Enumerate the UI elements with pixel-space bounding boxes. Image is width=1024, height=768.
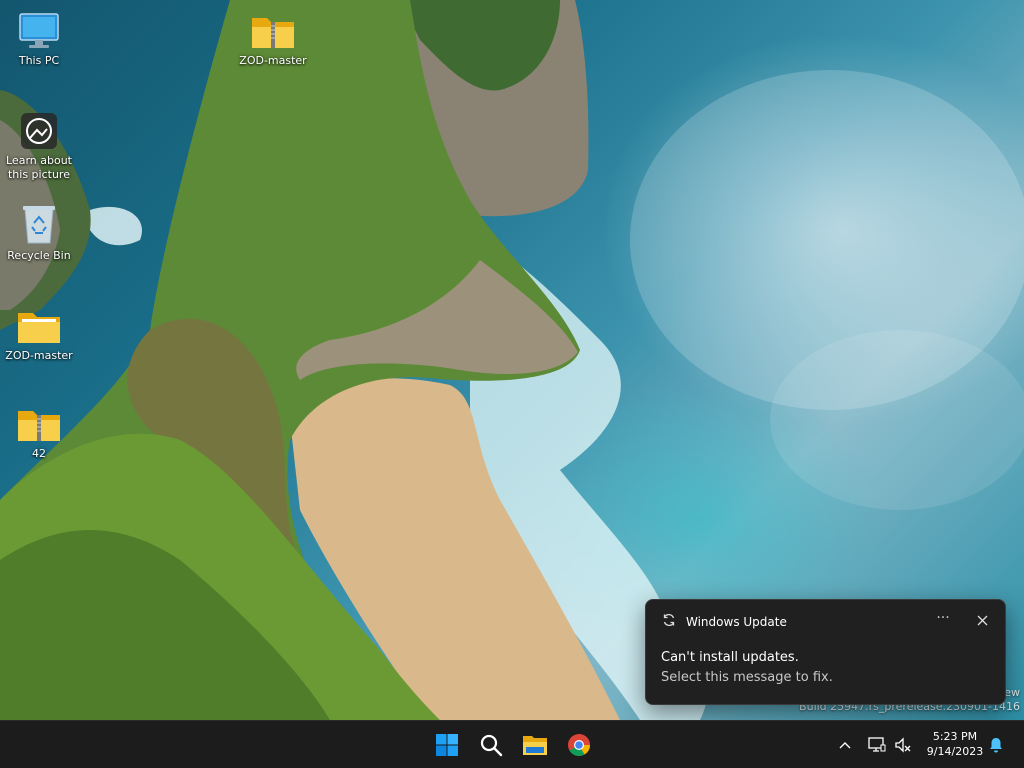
monitor-icon	[17, 10, 61, 50]
network-icon	[868, 737, 886, 752]
clock-time: 5:23 PM	[932, 730, 978, 743]
clock-button[interactable]: 5:23 PM 9/14/2023	[920, 729, 990, 759]
chevron-up-icon	[839, 742, 851, 749]
bell-icon	[990, 738, 1002, 753]
folder-icon	[17, 305, 61, 345]
file-explorer-button[interactable]	[515, 725, 555, 765]
notification-body: Select this message to fix.	[661, 670, 833, 685]
notification-header: Windows Update	[662, 613, 787, 630]
desktop-icon-recycle-bin[interactable]: Recycle Bin	[0, 205, 78, 263]
desktop-icon-label: ZOD-master	[239, 54, 307, 67]
sync-icon	[662, 613, 676, 630]
search-icon	[480, 734, 503, 757]
more-options-button[interactable]: ···	[933, 610, 953, 630]
windows-update-notification[interactable]: Windows Update ··· Can't install updates…	[645, 599, 1006, 705]
windows-logo-icon	[436, 734, 458, 756]
file-explorer-icon	[523, 736, 547, 755]
network-button[interactable]	[865, 731, 889, 759]
taskbar: 5:23 PM 9/14/2023	[0, 720, 1024, 768]
desktop-icon-label: Learn about this picture	[6, 154, 72, 181]
desktop-icon-label: ZOD-master	[5, 349, 73, 362]
notifications-button[interactable]	[985, 731, 1007, 759]
camera-icon	[17, 110, 61, 150]
zip-folder-icon	[17, 403, 61, 443]
close-icon	[977, 615, 987, 625]
desktop-icon-label: Recycle Bin	[7, 249, 71, 262]
close-notification-button[interactable]	[972, 610, 992, 630]
volume-button[interactable]	[891, 731, 915, 759]
zip-folder-icon	[251, 10, 295, 50]
recycle-bin-icon	[17, 205, 61, 245]
desktop-icon-learn-about-picture[interactable]: Learn about this picture	[0, 110, 78, 182]
notification-title: Can't install updates.	[661, 650, 799, 665]
desktop-icon-zod-master-zip[interactable]: ZOD-master	[234, 10, 312, 68]
search-button[interactable]	[471, 725, 511, 765]
clock-date: 9/14/2023	[926, 745, 984, 758]
desktop-icon-label: 42	[32, 447, 46, 460]
desktop-icon-label: This PC	[18, 54, 60, 67]
notification-app-name: Windows Update	[686, 614, 787, 629]
start-button[interactable]	[427, 725, 467, 765]
chrome-icon	[568, 734, 590, 756]
chrome-button[interactable]	[559, 725, 599, 765]
show-hidden-icons-button[interactable]	[834, 731, 856, 759]
volume-muted-icon	[895, 737, 911, 753]
desktop-icon-zod-master-folder[interactable]: ZOD-master	[0, 305, 78, 363]
desktop-icon-42-zip[interactable]: 42	[0, 403, 78, 461]
desktop-icon-this-pc[interactable]: This PC	[0, 10, 78, 68]
